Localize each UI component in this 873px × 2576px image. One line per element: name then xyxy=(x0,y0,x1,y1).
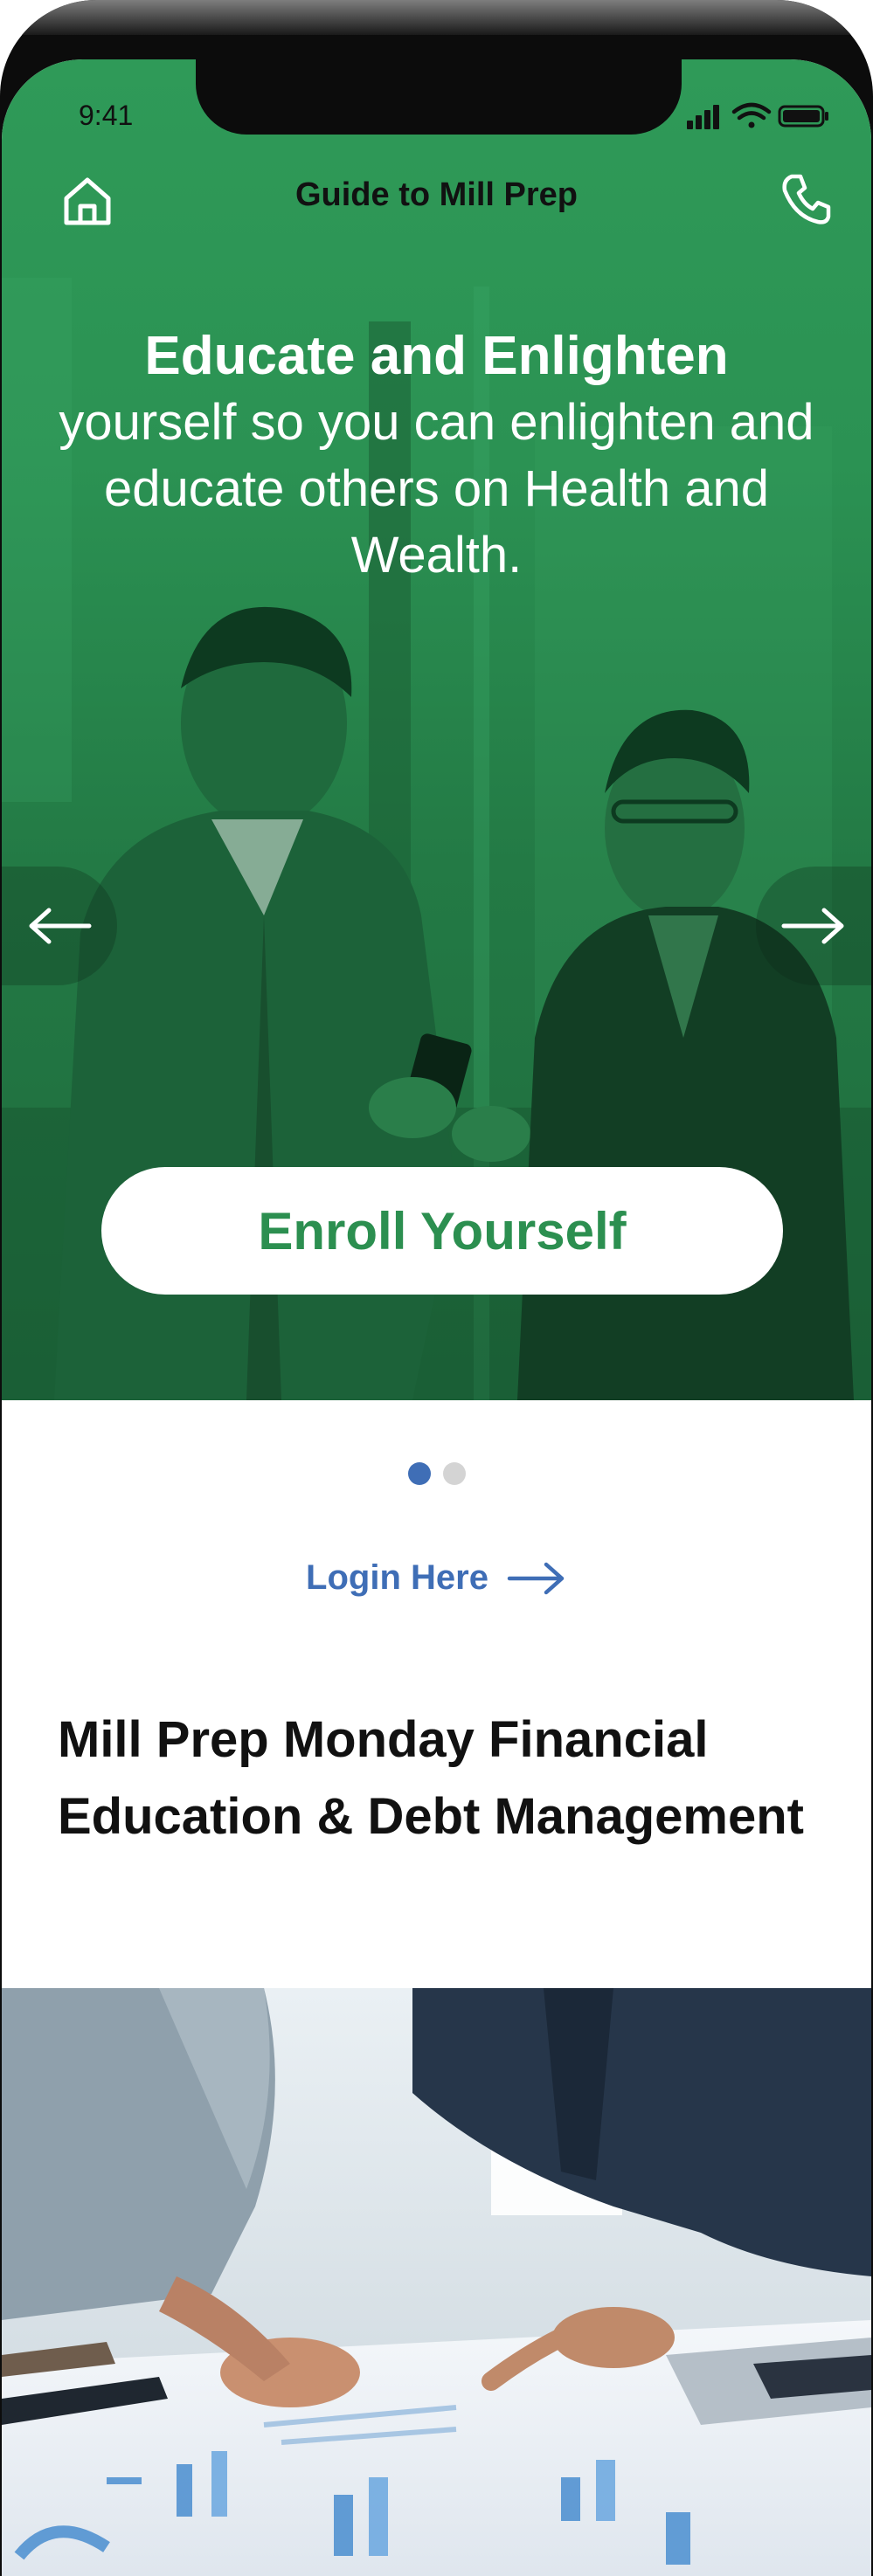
arrow-left-icon xyxy=(29,908,92,944)
carousel-dot-2[interactable] xyxy=(442,1462,466,1485)
page-title: Guide to Mill Prep xyxy=(294,176,579,213)
hero-headline: Educate and Enlighten yourself so you ca… xyxy=(2,323,871,589)
status-icons xyxy=(687,102,828,129)
carousel-next-button[interactable] xyxy=(756,867,871,985)
login-label: Login Here xyxy=(306,1558,488,1597)
enroll-button[interactable]: Enroll Yourself xyxy=(101,1167,783,1295)
phone-bezel xyxy=(0,0,873,35)
status-time: 9:41 xyxy=(79,100,134,131)
arrow-right-icon xyxy=(507,1562,565,1594)
carousel-dot-1[interactable] xyxy=(407,1462,431,1485)
battery-icon xyxy=(778,105,828,128)
phone-icon[interactable] xyxy=(778,171,834,227)
signal-icon xyxy=(687,105,719,129)
device-notch xyxy=(196,59,682,135)
finance-meeting-photo xyxy=(2,1988,871,2576)
hero-banner: 9:41 Guide to Mill Prep Educate and Enli… xyxy=(2,59,871,1400)
hero-headline-bold: Educate and Enlighten xyxy=(144,326,729,386)
carousel-pagination xyxy=(2,1462,871,1485)
login-link[interactable]: Login Here xyxy=(2,1558,871,1598)
phone-frame: 9:41 Guide to Mill Prep Educate and Enli… xyxy=(0,0,873,2576)
carousel-prev-button[interactable] xyxy=(2,867,117,985)
app-screen: 9:41 Guide to Mill Prep Educate and Enli… xyxy=(2,59,871,2576)
arrow-right-icon xyxy=(781,908,844,944)
hero-headline-rest: yourself so you can enlighten and educat… xyxy=(59,394,814,584)
section-title: Mill Prep Monday Financial Education & D… xyxy=(58,1711,804,1845)
wifi-icon xyxy=(731,102,772,128)
